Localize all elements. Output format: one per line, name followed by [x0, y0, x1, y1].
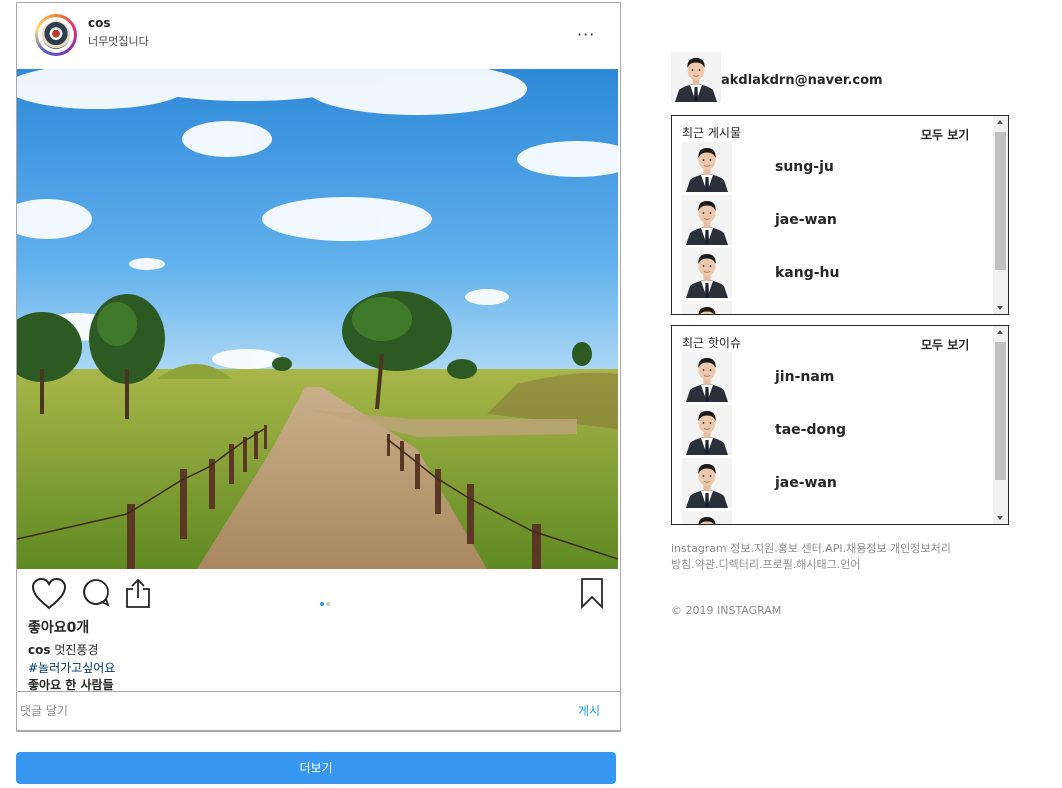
- scroll-down-icon[interactable]: [997, 306, 1003, 310]
- list-item-name: tae-dong: [775, 422, 847, 438]
- list-item-name: kang-hu: [775, 265, 840, 281]
- profile-photo: [682, 511, 732, 525]
- profile-photo: [682, 352, 732, 402]
- bookmark-icon[interactable]: [579, 577, 605, 609]
- scroll-up-icon[interactable]: [997, 330, 1003, 334]
- post-header: cos 너무멋집니다 ···: [17, 3, 620, 69]
- list-item[interactable]: kang-hu: [682, 248, 982, 301]
- scroll-thumb[interactable]: [995, 132, 1006, 270]
- list-item[interactable]: sung-ju: [682, 142, 982, 195]
- post-photo[interactable]: [17, 69, 618, 569]
- footer-links[interactable]: instagram 정보.지원.홍보 센터.API.채용정보 개인정보처리방침.…: [671, 541, 951, 573]
- carousel-indicator: [320, 591, 332, 610]
- post-avatar[interactable]: [35, 14, 77, 56]
- carousel-dot-active: [320, 602, 324, 606]
- comment-icon[interactable]: [81, 577, 111, 609]
- post-caption: cos 멋진풍경: [28, 641, 98, 658]
- profile-photo: [682, 458, 732, 508]
- profile-photo: [682, 301, 732, 315]
- ellipsis-icon[interactable]: ···: [577, 27, 595, 43]
- list-item-name: jae-wan: [775, 212, 837, 228]
- avatar-image: [42, 21, 70, 49]
- comment-input[interactable]: [20, 701, 540, 721]
- caption-text: 멋진풍경: [50, 643, 99, 657]
- comment-bar: 게시: [17, 691, 620, 731]
- post-subtitle: 너무멋집니다: [88, 35, 149, 48]
- hot-issues-panel: 최근 핫이슈 모두 보기 jin-nam tae-dong jae-wan: [671, 325, 1009, 525]
- avatar-border: [38, 17, 74, 53]
- panel-title: 최근 핫이슈: [682, 336, 742, 350]
- load-more-button[interactable]: 더보기: [16, 752, 616, 784]
- hot-issues-list: jin-nam tae-dong jae-wan: [682, 352, 982, 525]
- recent-posts-list: sung-ju jae-wan kang-hu: [682, 142, 982, 315]
- list-item[interactable]: jae-wan: [682, 195, 982, 248]
- recent-posts-panel: 최근 게시물 모두 보기 sung-ju jae-wan kang-hu: [671, 115, 1009, 315]
- list-item-name: jae-wan: [775, 475, 837, 491]
- scroll-down-icon[interactable]: [997, 516, 1003, 520]
- list-item-name: sung-ju: [775, 159, 834, 175]
- caption-username[interactable]: cos: [28, 643, 51, 657]
- heart-icon[interactable]: [31, 577, 67, 611]
- likes-count[interactable]: 좋아요0개: [28, 617, 89, 637]
- post-actions: [17, 571, 620, 619]
- list-item[interactable]: jin-nam: [682, 352, 982, 405]
- list-item-partial[interactable]: [682, 301, 982, 315]
- view-all-link[interactable]: 모두 보기: [921, 336, 969, 353]
- view-all-link[interactable]: 모두 보기: [921, 126, 969, 143]
- list-item-name: jin-nam: [775, 369, 835, 385]
- feed-post: cos 너무멋집니다 ··· 좋아요0개 cos 멋진풍경 #놀러가고싶어요 좋…: [16, 2, 621, 732]
- scroll-up-icon[interactable]: [997, 120, 1003, 124]
- list-item[interactable]: jae-wan: [682, 458, 982, 511]
- scroll-thumb[interactable]: [995, 342, 1006, 480]
- user-email[interactable]: akdlakdrn@naver.com: [721, 73, 883, 88]
- list-item[interactable]: tae-dong: [682, 405, 982, 458]
- post-username[interactable]: cos: [88, 16, 111, 30]
- user-avatar[interactable]: [671, 52, 721, 102]
- post-hashtag[interactable]: #놀러가고싶어요: [28, 659, 115, 676]
- post-comment-button[interactable]: 게시: [578, 702, 600, 719]
- panel-scrollbar[interactable]: [993, 116, 1008, 314]
- carousel-dot: [326, 602, 330, 606]
- profile-photo: [682, 405, 732, 455]
- profile-photo: [682, 248, 732, 298]
- share-icon[interactable]: [123, 577, 153, 609]
- copyright: © 2019 INSTAGRAM: [671, 604, 782, 617]
- list-item-partial[interactable]: [682, 511, 982, 525]
- panel-scrollbar[interactable]: [993, 326, 1008, 524]
- profile-photo: [682, 142, 732, 192]
- panel-title: 최근 게시물: [682, 126, 742, 140]
- profile-photo: [682, 195, 732, 245]
